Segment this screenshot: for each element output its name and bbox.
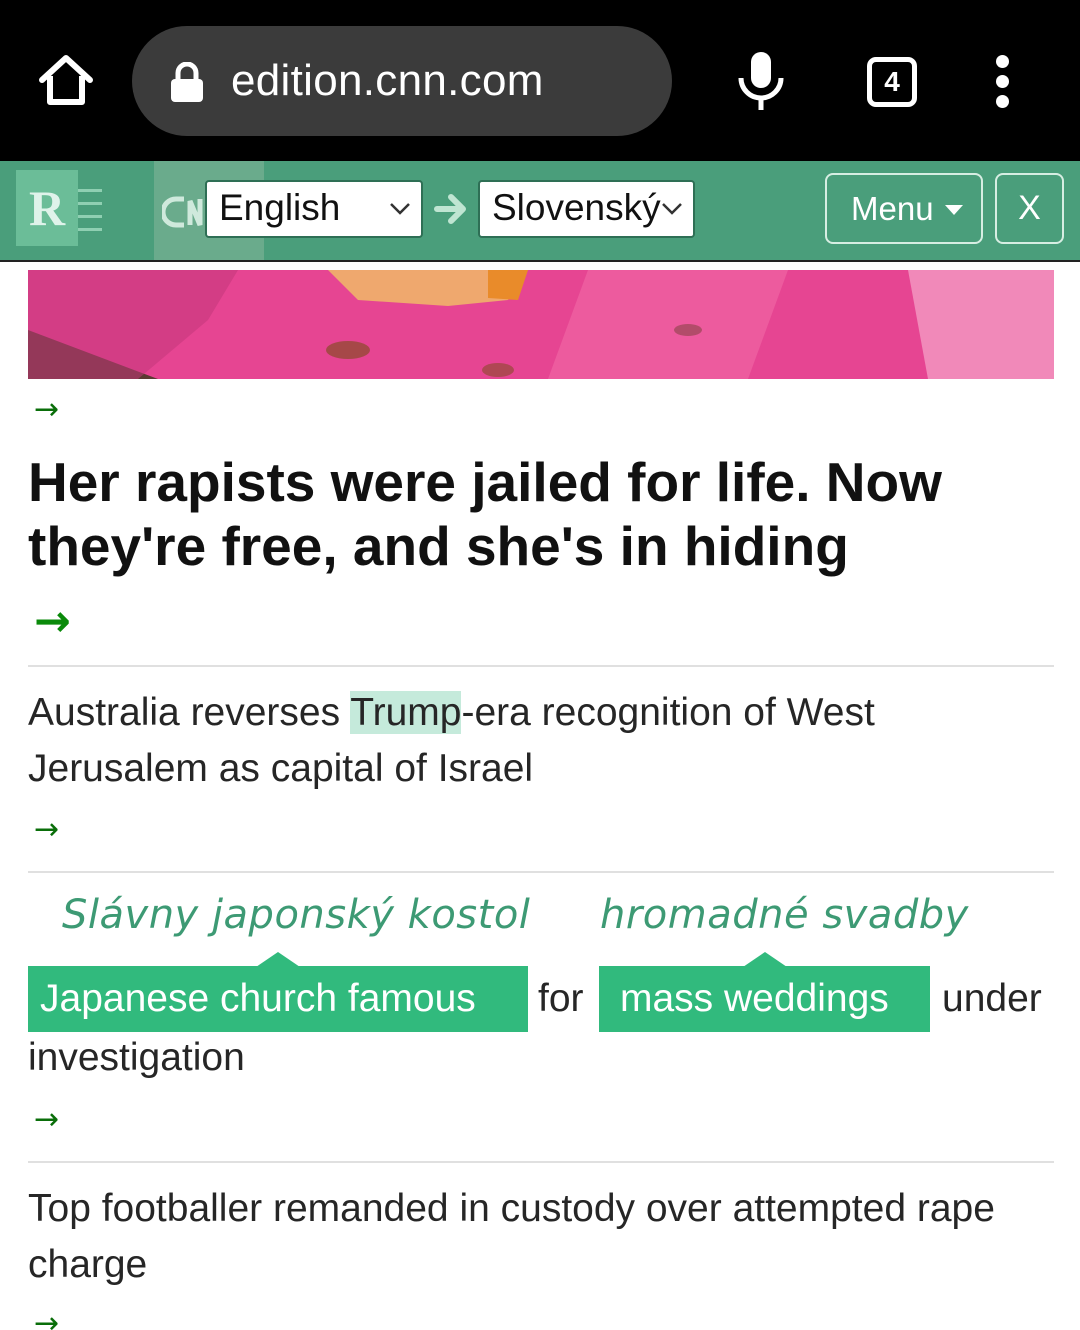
chip-pointer <box>256 952 300 967</box>
divider <box>28 665 1054 667</box>
tab-switcher-button[interactable]: 4 <box>867 57 917 107</box>
read-more-arrow[interactable]: → <box>34 1306 59 1330</box>
divider <box>28 1161 1054 1163</box>
translation-gloss: Slávny japonský kostol <box>62 892 531 938</box>
read-more-arrow[interactable]: → <box>34 596 71 647</box>
story-link-australia[interactable]: Australia reverses Trump-era recognition… <box>28 685 1058 797</box>
chip-text: Japanese church famous <box>40 977 476 1020</box>
lock-icon <box>170 61 204 102</box>
lead-headline[interactable]: Her rapists were jailed for life. Now th… <box>28 450 1058 578</box>
translator-toolbar: R English Slovenský Menu X <box>0 161 1080 268</box>
chip-text: mass weddings <box>620 977 889 1020</box>
translator-logo[interactable]: R <box>16 170 78 246</box>
url-text: edition.cnn.com <box>231 56 544 105</box>
menu-button[interactable]: Menu <box>825 173 983 244</box>
toolbar-separator <box>0 260 1080 270</box>
story-text: investigation <box>28 1036 245 1079</box>
translation-gloss: hromadné svadby <box>600 892 969 938</box>
chip-pointer <box>743 952 787 967</box>
story-text: Australia reverses <box>28 691 351 734</box>
chevron-down-icon <box>390 203 410 215</box>
translated-phrase-chip[interactable]: mass weddings <box>599 952 930 1032</box>
menu-button-label: Menu <box>851 190 934 227</box>
home-icon[interactable] <box>36 50 96 110</box>
hamburger-icon[interactable] <box>78 189 102 231</box>
story-text: for <box>538 977 584 1020</box>
target-language-label: Slovenský <box>492 187 661 228</box>
overflow-menu-icon[interactable] <box>990 55 1016 109</box>
translated-phrase-chip[interactable]: Japanese church famous <box>28 952 528 1032</box>
story-link-footballer[interactable]: Top footballer remanded in custody over … <box>28 1181 1058 1293</box>
source-language-select[interactable]: English <box>205 180 423 238</box>
arrow-right-icon <box>433 191 469 227</box>
read-more-arrow[interactable]: → <box>34 812 59 847</box>
target-language-select[interactable]: Slovenský <box>478 180 695 238</box>
microphone-icon[interactable] <box>736 50 786 112</box>
hero-image[interactable] <box>28 270 1054 379</box>
story-text: under <box>942 977 1042 1020</box>
source-language-label: English <box>219 187 341 228</box>
close-button[interactable]: X <box>995 173 1064 244</box>
chevron-down-icon <box>662 203 682 215</box>
browser-toolbar: edition.cnn.com 4 <box>0 0 1080 161</box>
address-bar[interactable]: edition.cnn.com <box>132 26 672 136</box>
caret-down-icon <box>945 205 963 215</box>
divider <box>28 871 1054 873</box>
highlighted-word[interactable]: Trump <box>350 691 462 734</box>
cnn-logo-icon <box>160 195 204 229</box>
read-more-arrow[interactable]: → <box>34 392 59 427</box>
read-more-arrow[interactable]: → <box>34 1102 59 1137</box>
